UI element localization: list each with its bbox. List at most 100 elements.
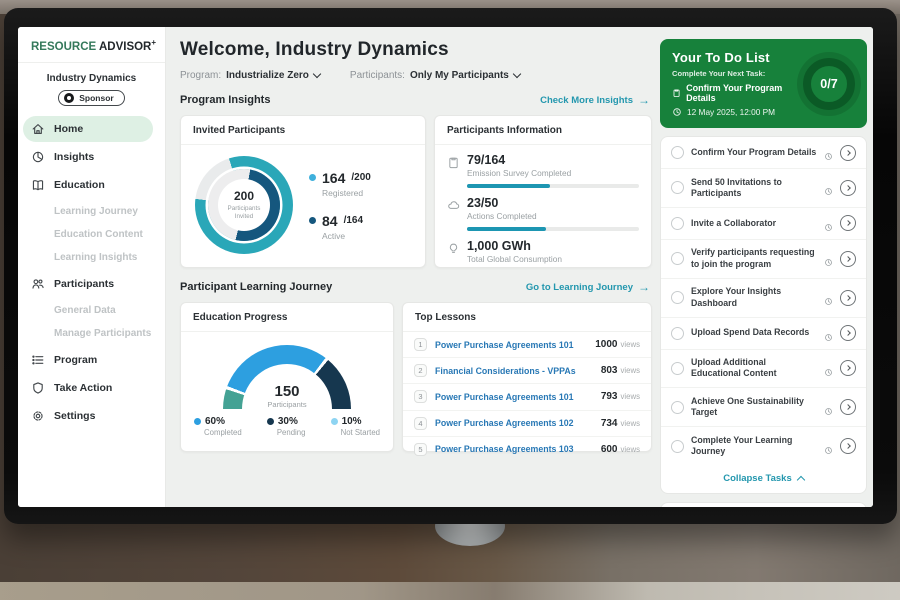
section-title: Program Insights bbox=[180, 94, 270, 106]
chevron-right-icon bbox=[845, 366, 851, 372]
task-open-button[interactable] bbox=[840, 215, 856, 231]
task-open-button[interactable] bbox=[840, 438, 856, 454]
task-checkbox[interactable] bbox=[671, 217, 684, 230]
shield-icon bbox=[31, 381, 45, 395]
education-gauge-chart: 150 Participants bbox=[223, 345, 351, 409]
lesson-link[interactable]: Financial Considerations - VPPAs bbox=[435, 366, 601, 376]
task-open-button[interactable] bbox=[840, 290, 856, 306]
chevron-right-icon bbox=[845, 185, 851, 191]
lesson-link[interactable]: Power Purchase Agreements 103 bbox=[435, 444, 601, 454]
sidebar-item-learning-journey[interactable]: Learning Journey bbox=[18, 200, 165, 223]
sidebar-item-insights[interactable]: Insights bbox=[18, 144, 165, 170]
clock-icon bbox=[824, 148, 833, 157]
lesson-link[interactable]: Power Purchase Agreements 101 bbox=[435, 340, 595, 350]
screen: RESOURCE ADVISOR+ Industry Dynamics Spon… bbox=[18, 27, 873, 507]
task-row[interactable]: Explore Your Insights Dashboard bbox=[661, 279, 866, 318]
legend-completed: 60% Completed bbox=[194, 416, 242, 437]
rank-badge: 4 bbox=[414, 417, 427, 430]
invited-donut-chart: 200 Participants Invited bbox=[195, 156, 293, 254]
task-checkbox[interactable] bbox=[671, 440, 684, 453]
chevron-right-icon bbox=[845, 150, 851, 156]
task-open-button[interactable] bbox=[840, 145, 856, 161]
book-icon bbox=[31, 178, 45, 192]
progress-bar bbox=[467, 227, 639, 231]
legend-not-started: 10% Not Started bbox=[331, 416, 380, 437]
lesson-link[interactable]: Power Purchase Agreements 102 bbox=[435, 418, 601, 428]
invited-participants-card: Invited Participants 200 Participants In… bbox=[180, 115, 426, 268]
sidebar-item-education[interactable]: Education bbox=[18, 172, 165, 198]
task-checkbox[interactable] bbox=[671, 252, 684, 265]
sidebar-item-home[interactable]: Home bbox=[23, 116, 153, 142]
clock-icon bbox=[824, 442, 833, 451]
participants-dropdown[interactable]: Participants: Only My Participants bbox=[350, 70, 520, 81]
task-open-button[interactable] bbox=[840, 251, 856, 267]
check-more-insights-link[interactable]: Check More Insights → bbox=[540, 93, 650, 107]
main-content: Welcome, Industry Dynamics Program: Indu… bbox=[166, 27, 873, 507]
arrow-right-icon: → bbox=[638, 93, 650, 107]
lesson-row: 3 Power Purchase Agreements 101 793 view… bbox=[403, 384, 651, 410]
logo-primary: RESOURCE bbox=[31, 41, 96, 53]
task-open-button[interactable] bbox=[840, 325, 856, 341]
sidebar-item-settings[interactable]: Settings bbox=[18, 403, 165, 429]
chevron-right-icon bbox=[845, 221, 851, 227]
top-lessons-card: Top Lessons 1 Power Purchase Agreements … bbox=[402, 302, 652, 452]
participants-label: Participants: bbox=[350, 70, 405, 81]
not-started-dot bbox=[331, 418, 338, 425]
go-to-learning-journey-link[interactable]: Go to Learning Journey → bbox=[526, 280, 650, 294]
center-column: Welcome, Industry Dynamics Program: Indu… bbox=[166, 27, 660, 507]
task-checkbox[interactable] bbox=[671, 146, 684, 159]
page-title: Welcome, Industry Dynamics bbox=[180, 39, 652, 61]
card-title: Invited Participants bbox=[181, 116, 425, 145]
sidebar-item-participants[interactable]: Participants bbox=[18, 271, 165, 297]
clipboard-icon bbox=[447, 156, 460, 169]
task-row[interactable]: Complete Your Learning Journey bbox=[661, 427, 866, 465]
participants-information-card: Participants Information 79/164 Emission… bbox=[434, 115, 652, 268]
clock-icon bbox=[824, 183, 833, 192]
sidebar-item-education-content[interactable]: Education Content bbox=[18, 223, 165, 246]
active-dot bbox=[309, 217, 316, 224]
task-checkbox[interactable] bbox=[671, 291, 684, 304]
sidebar-item-general-data[interactable]: General Data bbox=[18, 299, 165, 322]
sidebar-item-learning-insights[interactable]: Learning Insights bbox=[18, 246, 165, 269]
task-row[interactable]: Verify participants requesting to join t… bbox=[661, 240, 866, 279]
task-checkbox[interactable] bbox=[671, 327, 684, 340]
recent-news-card: Recent News bbox=[660, 502, 867, 507]
task-checkbox[interactable] bbox=[671, 181, 684, 194]
filter-bar: Program: Industrialize Zero Participants… bbox=[180, 70, 652, 81]
task-checkbox[interactable] bbox=[671, 401, 684, 414]
task-open-button[interactable] bbox=[840, 360, 856, 376]
task-row[interactable]: Upload Additional Educational Content bbox=[661, 350, 866, 389]
rank-badge: 3 bbox=[414, 390, 427, 403]
program-dropdown[interactable]: Program: Industrialize Zero bbox=[180, 70, 320, 81]
sponsor-icon bbox=[64, 93, 74, 103]
app-logo: RESOURCE ADVISOR+ bbox=[18, 38, 165, 63]
collapse-tasks-link[interactable]: Collapse Tasks bbox=[661, 465, 866, 493]
gauge-center-label: 150 Participants bbox=[223, 383, 351, 409]
task-row[interactable]: Achieve One Sustainability Target bbox=[661, 388, 866, 427]
task-row[interactable]: Confirm Your Program Details bbox=[661, 137, 866, 169]
cloud-icon bbox=[447, 199, 460, 212]
task-list: Confirm Your Program Details Send 50 Inv… bbox=[660, 136, 867, 494]
task-row[interactable]: Invite a Collaborator bbox=[661, 208, 866, 240]
list-icon bbox=[31, 353, 45, 367]
sidebar-item-label: Participants bbox=[54, 278, 114, 290]
task-row[interactable]: Upload Spend Data Records bbox=[661, 318, 866, 350]
sidebar-item-program[interactable]: Program bbox=[18, 347, 165, 373]
task-checkbox[interactable] bbox=[671, 362, 684, 375]
lightbulb-icon bbox=[447, 242, 460, 255]
card-title: Participants Information bbox=[435, 116, 651, 145]
program-value: Industrialize Zero bbox=[226, 70, 309, 81]
lesson-row: 5 Power Purchase Agreements 103 600 view… bbox=[403, 437, 651, 462]
sidebar-item-take-action[interactable]: Take Action bbox=[18, 375, 165, 401]
task-open-button[interactable] bbox=[840, 399, 856, 415]
stat-consumption: 1,000 GWh Total Global Consumption bbox=[435, 231, 651, 264]
home-icon bbox=[31, 122, 45, 136]
task-row[interactable]: Send 50 Invitations to Participants bbox=[661, 169, 866, 208]
people-icon bbox=[31, 277, 45, 291]
completed-dot bbox=[194, 418, 201, 425]
task-open-button[interactable] bbox=[840, 180, 856, 196]
next-task-due: 12 May 2025, 12:00 PM bbox=[687, 107, 775, 117]
sidebar-item-manage-participants[interactable]: Manage Participants bbox=[18, 322, 165, 345]
lesson-link[interactable]: Power Purchase Agreements 101 bbox=[435, 392, 601, 402]
lesson-row: 4 Power Purchase Agreements 102 734 view… bbox=[403, 411, 651, 437]
